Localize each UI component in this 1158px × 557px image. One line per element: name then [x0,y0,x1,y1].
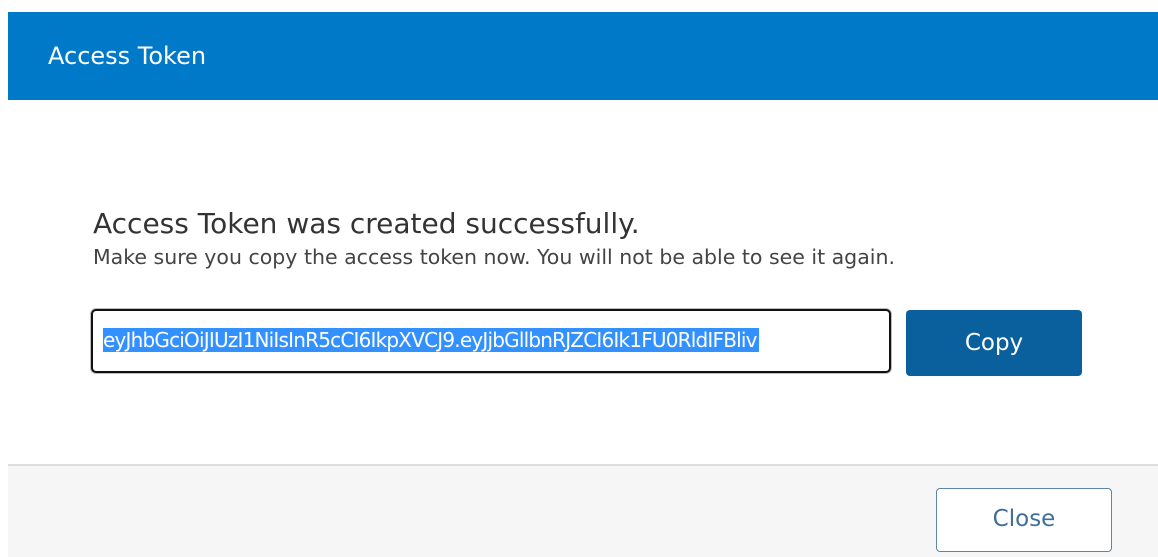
access-token-dialog: Access Token Access Token was created su… [8,12,1158,557]
close-button[interactable]: Close [936,488,1112,552]
copy-warning-note: Make sure you copy the access token now.… [93,245,895,269]
access-token-text[interactable]: eyJhbGciOiJIUzI1NiIsInR5cCI6IkpXVCJ9.eyJ… [103,325,881,355]
copy-button[interactable]: Copy [906,310,1082,376]
selected-token-value[interactable]: eyJhbGciOiJIUzI1NiIsInR5cCI6IkpXVCJ9.eyJ… [103,328,759,352]
dialog-body: Access Token was created successfully. M… [8,100,1158,464]
dialog-title: Access Token [48,42,207,70]
access-token-field[interactable]: eyJhbGciOiJIUzI1NiIsInR5cCI6IkpXVCJ9.eyJ… [91,309,891,373]
dialog-header: Access Token [8,12,1158,100]
success-message: Access Token was created successfully. [93,207,640,240]
